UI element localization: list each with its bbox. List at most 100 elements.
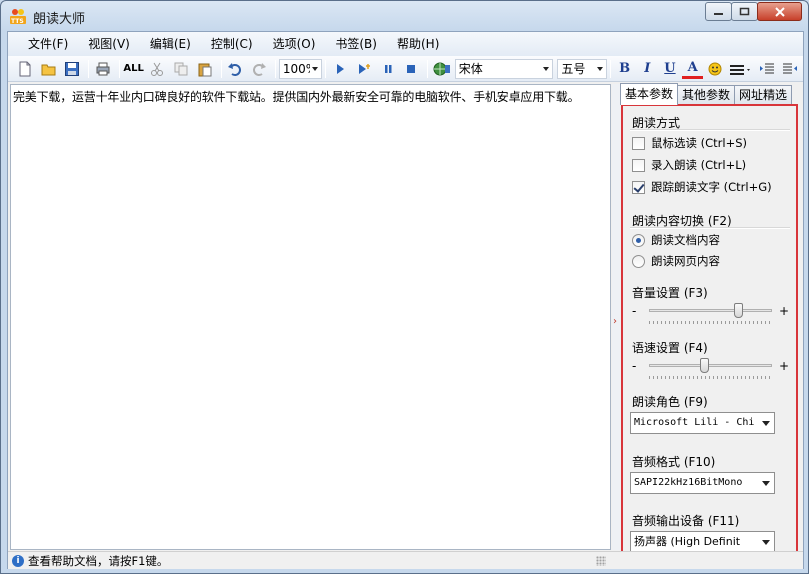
- track-text-checkbox[interactable]: [632, 180, 645, 194]
- copy-button[interactable]: [170, 58, 192, 80]
- status-bar: i 查看帮助文档，请按F1键。: [8, 551, 803, 569]
- volume-slider[interactable]: - +: [632, 301, 789, 327]
- undo-icon: [228, 62, 242, 76]
- client-area: 文件(F) 视图(V) 编辑(E) 控制(C) 选项(O) 书签(B) 帮助(H…: [7, 31, 804, 569]
- bold-button[interactable]: B: [614, 58, 636, 80]
- emoji-button[interactable]: [704, 58, 726, 80]
- chevron-down-icon: [543, 66, 550, 71]
- pause-button[interactable]: [377, 58, 399, 80]
- print-button[interactable]: [92, 58, 114, 80]
- tab-basic-params[interactable]: 基本参数: [620, 83, 679, 105]
- mouse-select-read-option[interactable]: 鼠标选读 (Ctrl+S): [632, 135, 747, 151]
- menu-control[interactable]: 控制(C): [201, 33, 263, 55]
- maximize-button[interactable]: [731, 2, 758, 21]
- minimize-button[interactable]: [705, 2, 732, 21]
- redo-button[interactable]: [248, 58, 270, 80]
- paste-button[interactable]: [194, 58, 216, 80]
- volume-minus-label: -: [632, 304, 637, 318]
- output-device-value: 扬声器 (High Definit: [634, 535, 741, 548]
- font-color-button[interactable]: A: [681, 59, 704, 79]
- tab-other-params[interactable]: 其他参数: [677, 85, 736, 105]
- volume-slider-thumb[interactable]: [734, 303, 744, 318]
- menu-file[interactable]: 文件(F): [18, 33, 78, 55]
- output-device-select[interactable]: 扬声器 (High Definit: [630, 531, 775, 553]
- save-button[interactable]: [61, 58, 83, 80]
- open-button[interactable]: [38, 58, 60, 80]
- app-window: TTS 朗读大师 文件(F) 视图(V) 编辑(E) 控制(C) 选项(O) 书…: [0, 0, 809, 574]
- menu-help[interactable]: 帮助(H): [387, 33, 449, 55]
- read-webpage-option[interactable]: 朗读网页内容: [632, 253, 720, 269]
- italic-button[interactable]: I: [636, 58, 658, 80]
- increase-indent-button[interactable]: [779, 58, 801, 80]
- toolbar-separator: [220, 59, 222, 78]
- menu-bookmarks[interactable]: 书签(B): [325, 33, 387, 55]
- underline-button[interactable]: U: [659, 58, 681, 80]
- toolbar-separator: [118, 59, 120, 78]
- status-text: 查看帮助文档，请按F1键。: [28, 553, 169, 568]
- panel-splitter[interactable]: ›: [612, 84, 620, 550]
- resize-grip-icon[interactable]: [596, 556, 606, 566]
- speed-slider[interactable]: - +: [632, 356, 789, 382]
- close-icon: [774, 6, 785, 17]
- volume-plus-label: +: [778, 304, 789, 318]
- close-button[interactable]: [757, 2, 802, 21]
- speed-slider-track[interactable]: [649, 364, 772, 367]
- editor-content[interactable]: 完美下载，运营十年业内口碑良好的软件下载站。提供国内外最新安全可靠的电脑软件、手…: [13, 88, 580, 105]
- settings-panel: 朗读方式 鼠标选读 (Ctrl+S) 录入朗读 (Ctrl+L) 跟踪朗读文字 …: [621, 104, 798, 562]
- font-size-select[interactable]: 五号: [557, 58, 607, 79]
- chevron-down-icon[interactable]: [758, 413, 774, 433]
- collapse-arrow-icon[interactable]: ›: [613, 317, 617, 327]
- cut-button[interactable]: [146, 58, 168, 80]
- copy-icon: [174, 62, 188, 75]
- speed-slider-thumb[interactable]: [699, 358, 709, 373]
- new-button[interactable]: [14, 58, 36, 80]
- stop-button[interactable]: [400, 58, 422, 80]
- font-family-value: 宋体: [458, 62, 483, 76]
- audio-format-select[interactable]: SAPI22kHz16BitMono: [630, 472, 775, 494]
- minimize-icon: [714, 13, 723, 15]
- speed-title: 语速设置 (F4): [632, 341, 708, 355]
- menu-edit[interactable]: 编辑(E): [140, 33, 201, 55]
- toolbar-separator: [274, 59, 276, 78]
- menu-bar: 文件(F) 视图(V) 编辑(E) 控制(C) 选项(O) 书签(B) 帮助(H…: [8, 32, 803, 56]
- web-read-button[interactable]: [431, 58, 453, 80]
- app-logo-icon: TTS: [10, 9, 26, 25]
- group-divider: [630, 129, 790, 131]
- mouse-select-read-checkbox[interactable]: [632, 136, 645, 150]
- line-style-button[interactable]: [728, 58, 754, 80]
- maximize-icon: [739, 7, 750, 16]
- toolbar-separator: [609, 59, 611, 78]
- volume-slider-track[interactable]: [649, 309, 772, 312]
- zoom-select[interactable]: 100%: [278, 58, 323, 79]
- undo-button[interactable]: [225, 58, 247, 80]
- decrease-indent-button[interactable]: [756, 58, 778, 80]
- read-webpage-radio[interactable]: [632, 254, 645, 268]
- menu-view[interactable]: 视图(V): [78, 33, 140, 55]
- voice-select[interactable]: Microsoft Lili - Chi: [630, 412, 775, 434]
- read-document-radio[interactable]: [632, 233, 645, 247]
- input-read-option[interactable]: 录入朗读 (Ctrl+L): [632, 157, 746, 173]
- font-family-select[interactable]: 宋体: [454, 58, 554, 79]
- text-editor[interactable]: 完美下载，运营十年业内口碑良好的软件下载站。提供国内外最新安全可靠的电脑软件、手…: [10, 84, 611, 550]
- play-from-cursor-button[interactable]: [353, 58, 375, 80]
- title-bar[interactable]: TTS 朗读大师: [1, 1, 808, 31]
- tab-url-picks[interactable]: 网址精选: [734, 85, 793, 105]
- menu-options[interactable]: 选项(O): [263, 33, 326, 55]
- open-folder-icon: [41, 64, 56, 75]
- input-read-checkbox[interactable]: [632, 158, 645, 172]
- read-document-option[interactable]: 朗读文档内容: [632, 232, 720, 248]
- track-text-option[interactable]: 跟踪朗读文字 (Ctrl+G): [632, 179, 772, 195]
- select-all-button[interactable]: ALL: [123, 58, 145, 80]
- volume-title: 音量设置 (F3): [632, 286, 708, 300]
- play-button[interactable]: [329, 58, 351, 80]
- globe-speaker-icon: [433, 62, 450, 75]
- chevron-down-icon[interactable]: [758, 473, 774, 493]
- play-spark-icon: [358, 63, 370, 74]
- printer-icon: [96, 62, 110, 75]
- new-document-icon: [19, 61, 31, 76]
- audio-format-title: 音频格式 (F10): [632, 455, 716, 469]
- volume-slider-ticks: [649, 321, 772, 324]
- chevron-down-icon[interactable]: [758, 532, 774, 552]
- font-size-value: 五号: [561, 62, 586, 76]
- speed-plus-label: +: [778, 359, 789, 373]
